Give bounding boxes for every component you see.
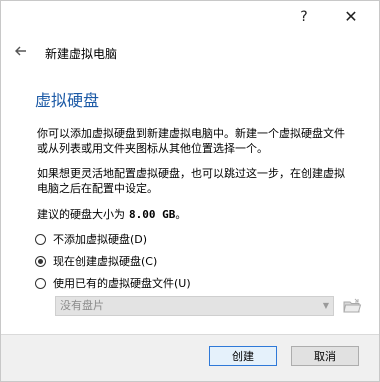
cancel-button[interactable]: 取消 (291, 346, 359, 366)
back-arrow-icon[interactable] (13, 43, 33, 63)
help-button[interactable]: ? (293, 7, 315, 27)
wizard-nav: 新建虚拟电脑 (1, 41, 379, 67)
title-bar: ? ✕ (1, 1, 379, 31)
close-button[interactable]: ✕ (340, 7, 362, 27)
radio-label: 不添加虚拟硬盘(D) (53, 233, 148, 246)
folder-open-icon-svg (343, 298, 362, 313)
recommend-size: 8.00 GB (129, 208, 176, 221)
chevron-down-icon: ▼ (322, 301, 329, 310)
wizard-page: 虚拟硬盘 你可以添加虚拟硬盘到新建虚拟电脑中。新建一个虚拟硬盘文件或从列表或用文… (1, 67, 379, 337)
radio-no-disk[interactable]: 不添加虚拟硬盘(D) (35, 231, 147, 247)
page-heading: 虚拟硬盘 (35, 91, 100, 110)
radio-label: 现在创建虚拟硬盘(C) (53, 255, 158, 268)
radio-create-disk[interactable]: 现在创建虚拟硬盘(C) (35, 253, 157, 269)
recommend-suffix: 。 (175, 208, 187, 221)
hint-paragraph: 如果想更灵活地配置虚拟硬盘，也可以跳过这一步，在创建虚拟电脑之后在配置中设定。 (37, 167, 345, 195)
radio-use-existing[interactable]: 使用已有的虚拟硬盘文件(U) (35, 275, 191, 291)
folder-open-icon[interactable] (342, 296, 362, 316)
create-button[interactable]: 创建 (209, 346, 277, 366)
recommended-size-text: 建议的硬盘大小为 8.00 GB。 (37, 206, 186, 222)
back-arrow-icon-svg (15, 46, 26, 56)
existing-disk-select[interactable]: 没有盘片 ▼ (55, 296, 334, 316)
new-vm-wizard-window: ? ✕ 新建虚拟电脑 虚拟硬盘 你可以添加虚拟硬盘到新建虚拟电脑中。新建一个虚拟… (0, 0, 380, 382)
button-bar: 创建 取消 (1, 334, 379, 381)
existing-disk-value: 没有盘片 (60, 299, 104, 312)
wizard-title: 新建虚拟电脑 (45, 47, 118, 61)
radio-button[interactable] (35, 277, 46, 289)
radio-button-checked[interactable] (35, 255, 46, 267)
radio-label: 使用已有的虚拟硬盘文件(U) (53, 277, 191, 290)
description-paragraph: 你可以添加虚拟硬盘到新建虚拟电脑中。新建一个虚拟硬盘文件或从列表或用文件夹图标从… (37, 127, 345, 155)
radio-button[interactable] (35, 233, 46, 245)
recommend-prefix: 建议的硬盘大小为 (37, 208, 125, 221)
